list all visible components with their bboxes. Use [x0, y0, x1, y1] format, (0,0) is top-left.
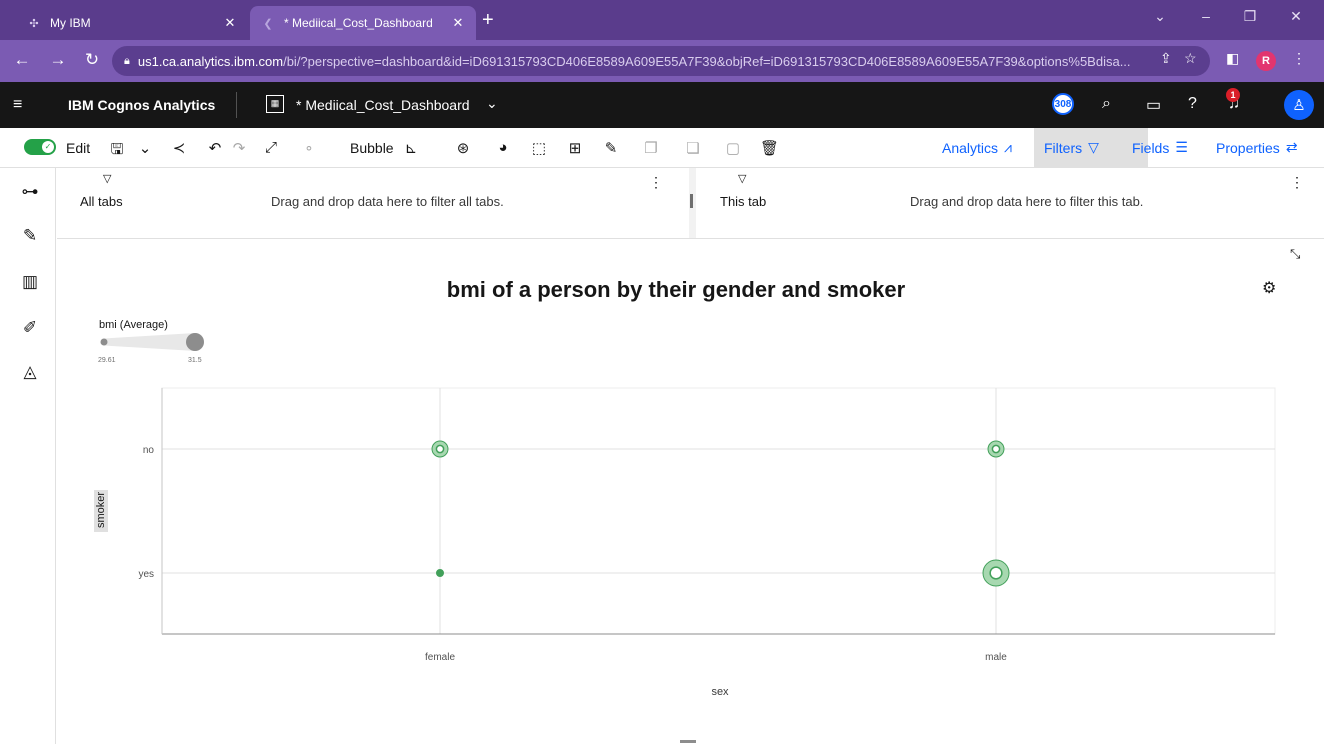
- y-axis-label: smoker: [95, 491, 107, 529]
- y-tick-label: yes: [138, 569, 154, 580]
- bubble-highlight: [991, 444, 1001, 454]
- y-tick-label: no: [143, 445, 155, 456]
- plot-area: [161, 387, 1276, 635]
- bubble-highlight: [989, 566, 1003, 580]
- y-axis-label-box[interactable]: smoker: [94, 490, 108, 532]
- canvas-scroll-handle[interactable]: [680, 740, 696, 743]
- x-tick-label: female: [425, 652, 455, 663]
- bubble-highlight: [435, 444, 445, 454]
- bubble-chart[interactable]: female male no yes: [0, 0, 1324, 744]
- bubble-point[interactable]: [436, 569, 444, 577]
- x-tick-label: male: [985, 652, 1007, 663]
- size-legend-min-dot: [100, 338, 108, 346]
- x-axis-label: sex: [711, 686, 729, 698]
- size-legend-max-dot: [186, 333, 204, 351]
